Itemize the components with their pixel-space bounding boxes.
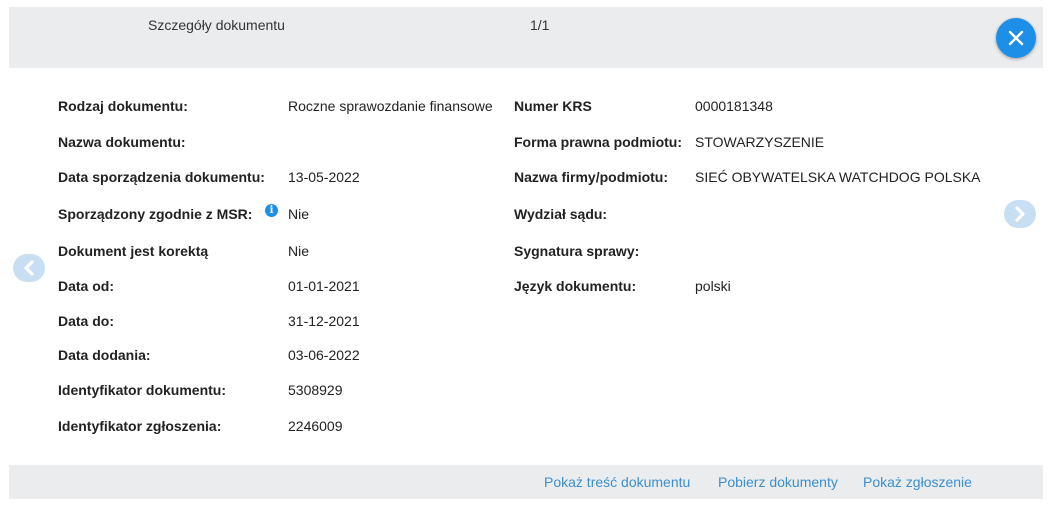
show-submission-link[interactable]: Pokaż zgłoszenie bbox=[863, 474, 972, 490]
field-value-date-from: 01-01-2021 bbox=[288, 278, 360, 294]
field-value-ifrs-compliant: Nie bbox=[288, 206, 310, 222]
field-value-submission-id: 2246009 bbox=[288, 418, 343, 434]
field-label-document-type: Rodzaj dokumentu: bbox=[58, 98, 188, 114]
field-label-is-correction: Dokument jest korektą bbox=[58, 243, 209, 259]
field-label-date-to: Data do: bbox=[58, 313, 114, 329]
close-icon bbox=[1008, 30, 1024, 46]
field-value-entity-name: SIEĆ OBYWATELSKA WATCHDOG POLSKA bbox=[695, 169, 981, 185]
field-label-document-language: Język dokumentu: bbox=[514, 278, 637, 294]
download-documents-link[interactable]: Pobierz dokumenty bbox=[718, 474, 838, 490]
field-value-document-id: 5308929 bbox=[288, 382, 343, 398]
field-value-legal-form: STOWARZYSZENIE bbox=[695, 134, 825, 150]
field-value-krs-number: 0000181348 bbox=[695, 98, 773, 114]
field-label-legal-form: Forma prawna podmiotu: bbox=[514, 134, 682, 150]
field-value-creation-date: 13-05-2022 bbox=[288, 169, 360, 185]
field-label-date-added: Data dodania: bbox=[58, 347, 151, 363]
field-label-ifrs-compliant: Sporządzony zgodnie z MSR: bbox=[58, 206, 253, 222]
info-icon[interactable]: i bbox=[265, 204, 278, 217]
field-label-court-division: Wydział sądu: bbox=[514, 206, 608, 222]
field-value-document-type: Roczne sprawozdanie finansowe bbox=[288, 98, 493, 114]
field-label-creation-date: Data sporządzenia dokumentu: bbox=[58, 169, 265, 185]
next-button[interactable] bbox=[1004, 200, 1036, 228]
field-value-date-to: 31-12-2021 bbox=[288, 313, 360, 329]
field-label-submission-id: Identyfikator zgłoszenia: bbox=[58, 418, 222, 434]
field-label-case-signature: Sygnatura sprawy: bbox=[514, 243, 640, 259]
field-label-document-id: Identyfikator dokumentu: bbox=[58, 382, 227, 398]
field-label-date-from: Data od: bbox=[58, 278, 114, 294]
field-value-date-added: 03-06-2022 bbox=[288, 347, 360, 363]
field-label-document-name: Nazwa dokumentu: bbox=[58, 134, 186, 150]
previous-button[interactable] bbox=[13, 254, 45, 282]
close-button[interactable] bbox=[996, 18, 1036, 58]
chevron-left-icon bbox=[24, 260, 34, 276]
page-indicator: 1/1 bbox=[530, 17, 550, 33]
field-value-is-correction: Nie bbox=[288, 243, 310, 259]
field-value-document-language: polski bbox=[695, 278, 731, 294]
chevron-right-icon bbox=[1015, 206, 1025, 222]
page-title: Szczegóły dokumentu bbox=[148, 17, 285, 33]
field-label-entity-name: Nazwa firmy/podmiotu: bbox=[514, 169, 669, 185]
header-bar: Szczegóły dokumentu 1/1 bbox=[9, 7, 1043, 68]
field-label-krs-number: Numer KRS bbox=[514, 98, 592, 114]
show-document-content-link[interactable]: Pokaż treść dokumentu bbox=[544, 474, 690, 490]
footer-bar: Pokaż treść dokumentu Pobierz dokumenty … bbox=[9, 465, 1043, 499]
